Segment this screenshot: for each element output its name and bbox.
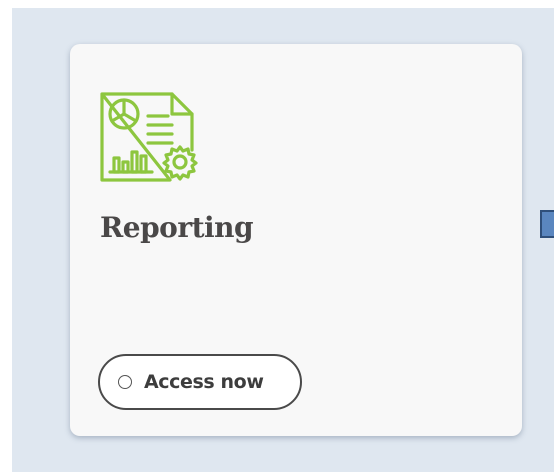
next-card-edge[interactable] (540, 210, 554, 238)
card-title: Reporting (100, 211, 254, 244)
page-canvas: Reporting Access now (0, 0, 554, 472)
access-now-label: Access now (144, 371, 264, 393)
report-document-chart-gear-icon (100, 92, 198, 182)
access-now-button[interactable]: Access now (98, 354, 302, 410)
circle-icon (118, 375, 132, 389)
